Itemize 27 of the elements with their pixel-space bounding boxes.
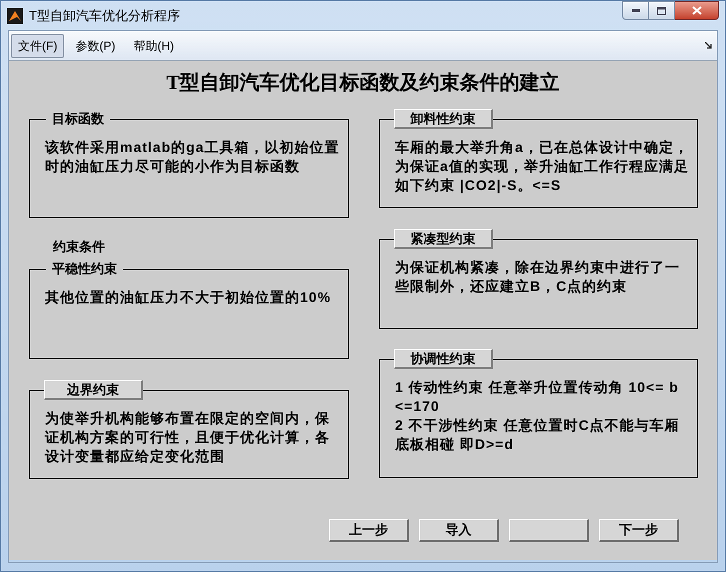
push-button[interactable]: 下一步 <box>599 519 679 542</box>
close-button[interactable] <box>675 1 719 20</box>
panel-text: 为使举升机构能够布置在限定的空间内，保证机构方案的可行性，且便于优化计算，各设计变量都应给定变化范围 <box>45 409 331 466</box>
maximize-button[interactable] <box>649 1 675 20</box>
window-title: T型自卸汽车优化分析程序 <box>29 6 180 25</box>
menu-item[interactable]: 文件(F) <box>11 34 64 58</box>
page-heading: T型自卸汽车优化目标函数及约束条件的建立 <box>165 71 561 95</box>
push-button[interactable] <box>509 519 589 542</box>
menu-item[interactable]: 帮助(H) <box>126 34 181 58</box>
panel-text: 2 不干涉性约束 任意位置时C点不能与车厢底板相碰 即D>=d <box>395 416 681 454</box>
push-button[interactable]: 上一步 <box>329 519 409 542</box>
menu-item[interactable]: 参数(P) <box>68 34 122 58</box>
maximize-icon <box>657 6 666 14</box>
section-label: 约束条件 <box>53 239 106 255</box>
app-icon <box>7 8 23 24</box>
minimize-icon <box>632 9 640 12</box>
panel-text: 为保证机构紧凑，除在边界约束中进行了一些限制外，还应建立B，C点的约束 <box>395 258 681 296</box>
panel-text: 其他位置的油缸压力不大于初始位置的10% <box>45 288 332 307</box>
push-button[interactable]: 导入 <box>419 519 499 542</box>
panel-title: 目标函数 <box>46 111 110 127</box>
panel-title: 平稳性约束 <box>46 261 123 277</box>
panel-text: 1 传动性约束 任意举升位置传动角 10<= b <=170 <box>395 378 680 416</box>
panel-text: 车厢的最大举升角a，已在总体设计中确定，为保证a值的实现，举升油缸工作行程应满足如下约束 |CO2|-S。<=S <box>395 138 690 195</box>
minimize-button[interactable] <box>622 1 649 20</box>
close-icon <box>692 6 702 15</box>
panel-text: 该软件采用matlab的ga工具箱，以初始位置时的油缸压力尽可能的小作为目标函数 <box>45 138 340 176</box>
corner-arrow-icon <box>705 42 712 49</box>
